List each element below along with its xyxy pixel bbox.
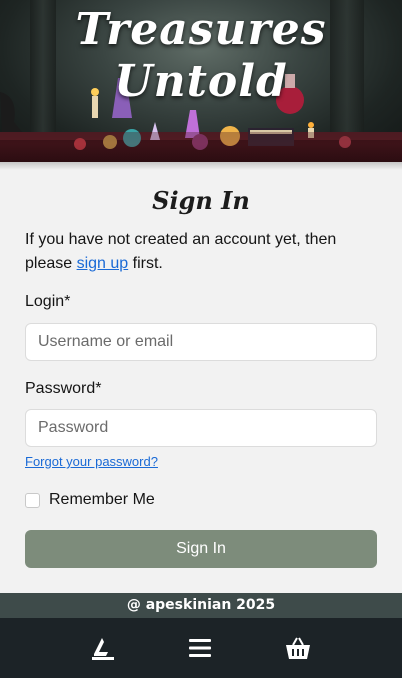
home-icon[interactable] — [88, 634, 116, 662]
remember-me[interactable]: Remember Me — [25, 490, 155, 510]
login-label: Login* — [25, 293, 71, 310]
password-input[interactable] — [25, 409, 377, 447]
signup-link[interactable]: sign up — [77, 255, 129, 272]
forgot-password-link[interactable]: Forgot your password? — [25, 454, 158, 469]
remember-me-label: Remember Me — [49, 491, 155, 508]
bottom-nav — [0, 618, 402, 678]
remember-me-checkbox[interactable] — [25, 492, 40, 508]
hero-shadow — [0, 162, 402, 170]
hero-banner: Treasures Untold — [0, 0, 402, 162]
brand-logo[interactable]: Treasures Untold — [0, 4, 402, 108]
signup-intro: If you have not created an account yet, … — [25, 228, 380, 276]
password-label: Password* — [25, 380, 102, 397]
shelf — [0, 132, 402, 162]
intro-text: If you have not created an account yet, … — [25, 231, 337, 272]
basket-icon[interactable] — [284, 634, 312, 662]
copyright-footer: @ apeskinian 2025 — [0, 593, 402, 618]
menu-icon[interactable] — [186, 634, 214, 662]
brand-title-line1: Treasures — [75, 4, 327, 55]
intro-text-end: first. — [128, 255, 163, 272]
sign-in-button[interactable]: Sign In — [25, 530, 377, 568]
login-input[interactable] — [25, 323, 377, 361]
brand-title-line2: Untold — [114, 56, 288, 107]
page-title: Sign In — [152, 186, 250, 215]
